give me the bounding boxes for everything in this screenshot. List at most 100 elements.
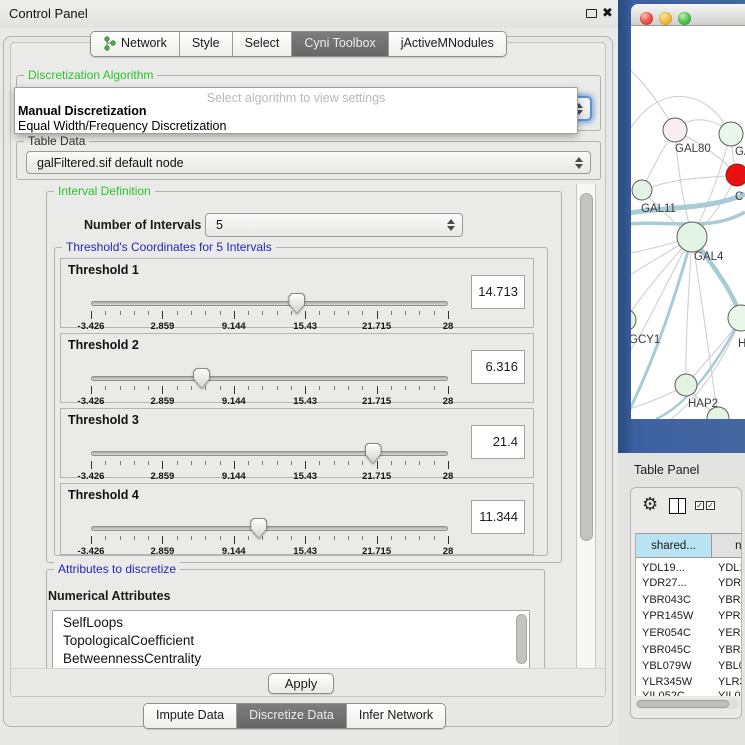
tab-cyni-toolbox[interactable]: Cyni Toolbox [291, 32, 387, 56]
list-item[interactable]: TopologicalCoefficient [53, 632, 529, 650]
threshold-label: Threshold 2 [68, 338, 139, 352]
threshold-3-value-field[interactable]: 21.4 [471, 425, 525, 459]
table-hscrollbar[interactable] [635, 699, 739, 709]
table-row[interactable]: YPR145WYPR1 [636, 609, 741, 624]
slider-thumb[interactable] [365, 443, 382, 464]
column-header-shared-name[interactable]: shared... [636, 533, 712, 558]
table-data-combobox[interactable]: galFiltered.sif default node [26, 151, 591, 174]
combobox-arrows-icon [447, 219, 455, 231]
list-item[interactable]: BetweennessCentrality [53, 650, 529, 668]
group-title: Threshold's Coordinates for 5 Intervals [62, 240, 276, 254]
tick-label: 21.715 [362, 471, 391, 482]
tick-label: 28 [443, 396, 454, 407]
threshold-4-value-field[interactable]: 11.344 [471, 500, 525, 534]
network-view-canvas[interactable]: GAL80 GA GAL11 C GAL4 GCY1 H HAP2 [631, 26, 745, 419]
table-row[interactable]: YBR045CYBR0 [636, 643, 741, 658]
node-table[interactable]: shared... na YDL19...YDL1 YDR27...YDR2 Y… [635, 533, 741, 696]
table-cell: YBR0 [718, 643, 741, 658]
number-of-intervals-combobox[interactable]: 5 [205, 213, 463, 237]
node-label-gal11: GAL11 [641, 203, 676, 215]
table-row[interactable]: YBL079WYBL0 [636, 659, 741, 674]
slider-thumb[interactable] [193, 368, 210, 389]
network-window-titlebar[interactable] [631, 4, 745, 26]
table-row[interactable]: YER054C YER0 [636, 626, 741, 641]
node-label-ga: GA [735, 146, 745, 158]
threshold-1-value-field[interactable]: 14.713 [471, 275, 525, 309]
tab-infer-network[interactable]: Infer Network [346, 704, 445, 728]
node-gal4 [677, 222, 707, 252]
table-cell: YDR2 [718, 576, 741, 591]
pane-scrollbar-thumb[interactable] [580, 193, 593, 541]
slider-track[interactable] [91, 526, 448, 531]
dropdown-option-equal-width[interactable]: Equal Width/Frequency Discretization [18, 119, 226, 133]
node-left-small [632, 180, 652, 200]
threshold-4-slider[interactable]: -3.426 2.859 9.144 15.43 21.715 28 [91, 526, 448, 554]
tab-style[interactable]: Style [179, 32, 232, 56]
threshold-1-slider[interactable]: -3.426 2.859 9.144 15.43 21.715 28 [91, 301, 448, 329]
list-scrollbar-thumb[interactable] [516, 614, 527, 664]
list-item[interactable]: SelfLoops [53, 614, 529, 632]
control-panel-titlebar: Control Panel ✖ [0, 0, 620, 28]
table-cell: YIL0 [718, 689, 741, 696]
slider-ticks [91, 311, 448, 320]
threshold-2-value-field[interactable]: 6.316 [471, 350, 525, 384]
tab-select[interactable]: Select [232, 32, 292, 56]
columns-icon[interactable] [669, 498, 686, 514]
table-row[interactable]: YBR043CYBR0 [636, 593, 741, 608]
pane-scrollbar[interactable] [576, 184, 596, 668]
tick-label: 9.144 [222, 321, 246, 332]
tab-impute-data[interactable]: Impute Data [144, 704, 236, 728]
checkbox-icon[interactable]: ✓ [706, 501, 715, 510]
table-cell: YPR1 [718, 609, 741, 624]
group-title: Table Data [24, 134, 89, 148]
table-panel: ⚙ ✓ ✓ shared... na YDL19...YDL1 YDR27...… [630, 487, 742, 719]
table-panel-title: Table Panel [634, 463, 699, 477]
dropdown-option-manual[interactable]: Manual Discretization [18, 104, 147, 118]
tab-network[interactable]: Network [91, 32, 179, 56]
close-icon[interactable]: ✖ [602, 5, 613, 21]
slider-thumb[interactable] [288, 293, 305, 314]
threshold-3-slider[interactable]: -3.426 2.859 9.144 15.43 21.715 28 [91, 451, 448, 479]
tick-label: 15.43 [293, 546, 317, 557]
table-cell: YDL19... [642, 561, 685, 576]
checkbox-icon[interactable]: ✓ [695, 501, 704, 510]
table-cell: YBR043C [642, 593, 691, 608]
table-hscrollbar-thumb[interactable] [637, 700, 729, 708]
tab-label: Style [192, 36, 220, 50]
tick-label: 21.715 [362, 321, 391, 332]
tab-discretize-data[interactable]: Discretize Data [236, 704, 346, 728]
threshold-label: Threshold 4 [68, 488, 139, 502]
table-row[interactable]: YLR345WYLR3 [636, 675, 741, 690]
table-row[interactable]: YIL052CYIL0 [636, 689, 741, 696]
slider-track[interactable] [91, 451, 448, 456]
slider-track[interactable] [91, 376, 448, 381]
node-label-gal4: GAL4 [694, 251, 724, 263]
combobox-value: galFiltered.sif default node [37, 156, 184, 170]
window-close-button[interactable] [640, 12, 653, 25]
numerical-attributes-label: Numerical Attributes [48, 589, 170, 603]
tick-label: 9.144 [222, 471, 246, 482]
tick-label: 2.859 [151, 321, 175, 332]
numerical-attributes-list[interactable]: SelfLoops TopologicalCoefficient Between… [52, 610, 530, 672]
node-label-c: C [735, 191, 743, 203]
node-label-hap2: HAP2 [688, 398, 718, 410]
table-row[interactable]: YDR27...YDR2 [636, 576, 741, 591]
slider-thumb[interactable] [250, 518, 267, 539]
column-header-name[interactable]: na [712, 533, 741, 558]
table-row[interactable]: YDL19...YDL1 [636, 561, 741, 576]
cyni-bottom-tabs: Impute Data Discretize Data Infer Networ… [143, 703, 446, 729]
gear-icon[interactable]: ⚙ [642, 495, 658, 513]
table-cell: YER054C [642, 626, 691, 641]
dropdown-hint: Select algorithm to view settings [15, 91, 577, 105]
slider-track[interactable] [91, 301, 448, 306]
float-window-icon[interactable] [586, 9, 597, 18]
window-zoom-button[interactable] [678, 12, 691, 25]
algorithm-dropdown-popup: Select algorithm to view settings Manual… [14, 87, 578, 134]
window-minimize-button[interactable] [659, 12, 672, 25]
tab-label: Impute Data [156, 708, 224, 722]
threshold-2-slider[interactable]: -3.426 2.859 9.144 15.43 21.715 28 [91, 376, 448, 404]
tick-label: 21.715 [362, 546, 391, 557]
apply-button[interactable]: Apply [268, 673, 334, 694]
tab-jactivemnodules[interactable]: jActiveMNodules [388, 32, 506, 56]
table-cell: YER0 [718, 626, 741, 641]
